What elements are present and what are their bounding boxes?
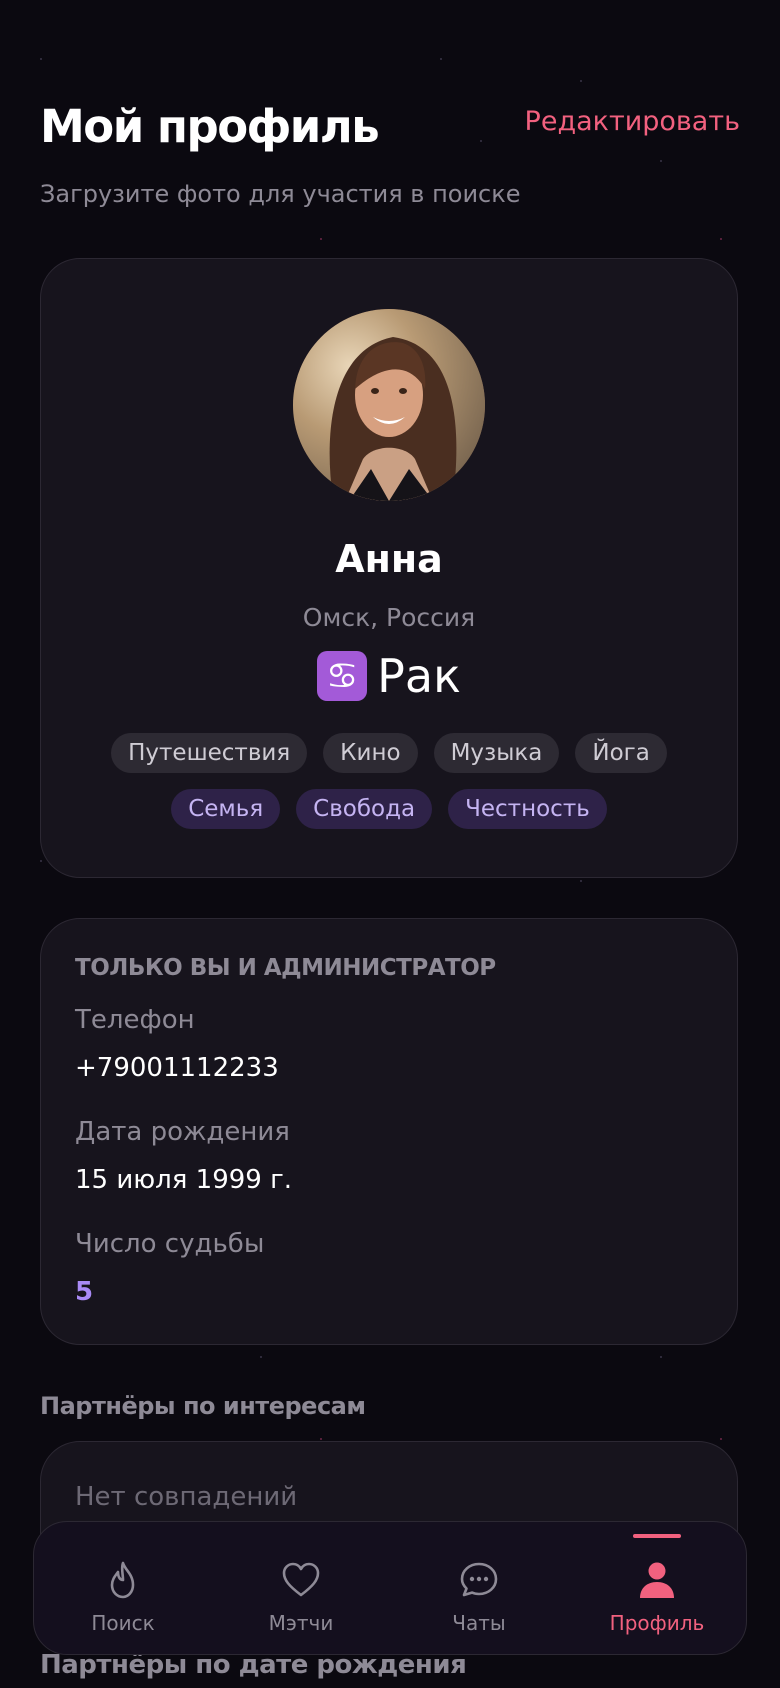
profile-name: Анна bbox=[335, 537, 443, 581]
phone-label: Телефон bbox=[75, 1005, 195, 1035]
avatar-photo bbox=[293, 309, 485, 501]
nav-item-profile[interactable]: Профиль bbox=[568, 1522, 746, 1653]
destiny-number-label: Число судьбы bbox=[75, 1229, 265, 1259]
interest-tag: Йога bbox=[575, 733, 667, 773]
background-star bbox=[660, 1356, 662, 1358]
nav-label-chats: Чаты bbox=[452, 1611, 506, 1635]
destiny-number-value: 5 bbox=[75, 1277, 94, 1307]
interest-tag: Путешествия bbox=[111, 733, 308, 773]
nav-item-chats[interactable]: Чаты bbox=[390, 1522, 568, 1653]
nav-label-search: Поиск bbox=[91, 1611, 155, 1635]
zodiac-sign: ♋ Рак bbox=[41, 649, 737, 703]
background-star bbox=[40, 58, 42, 60]
cancer-zodiac-icon: ♋ bbox=[317, 651, 368, 701]
background-star bbox=[720, 1438, 722, 1440]
nav-label-matches: Мэтчи bbox=[268, 1611, 334, 1635]
profile-card: Анна Омск, Россия ♋ Рак Путешествия Кино… bbox=[40, 258, 738, 878]
background-star bbox=[320, 1438, 322, 1440]
no-matches-text: Нет совпадений bbox=[75, 1482, 298, 1512]
edit-profile-button[interactable]: Редактировать bbox=[525, 106, 740, 137]
background-star bbox=[580, 880, 582, 882]
page-subtitle: Загрузите фото для участия в поиске bbox=[40, 180, 521, 208]
user-icon bbox=[640, 1562, 674, 1598]
nav-item-matches[interactable]: Мэтчи bbox=[212, 1522, 390, 1653]
background-star bbox=[720, 238, 722, 240]
phone-value: +79001112233 bbox=[75, 1053, 279, 1083]
interest-tag: Кино bbox=[323, 733, 418, 773]
background-star bbox=[260, 1356, 262, 1358]
nav-item-search[interactable]: Поиск bbox=[34, 1522, 212, 1653]
active-tab-indicator bbox=[633, 1534, 681, 1538]
background-star bbox=[320, 238, 322, 240]
background-star bbox=[580, 80, 582, 82]
nav-label-profile: Профиль bbox=[609, 1611, 705, 1635]
chat-bubble-icon bbox=[460, 1562, 498, 1597]
background-star bbox=[40, 860, 42, 862]
avatar[interactable] bbox=[293, 309, 485, 501]
private-section-label: ТОЛЬКО ВЫ И АДМИНИСТРАТОР bbox=[75, 955, 496, 981]
birthdate-value: 15 июля 1999 г. bbox=[75, 1165, 293, 1195]
interest-tag: Музыка bbox=[433, 733, 560, 773]
profile-location: Омск, Россия bbox=[302, 603, 476, 632]
background-star bbox=[660, 160, 662, 162]
private-info-card: ТОЛЬКО ВЫ И АДМИНИСТРАТОР Телефон +79001… bbox=[40, 918, 738, 1345]
interest-tags: Путешествия Кино Музыка Йога bbox=[41, 733, 737, 773]
value-tag: Свобода bbox=[296, 789, 433, 829]
flame-icon bbox=[110, 1561, 135, 1599]
partners-interests-heading: Партнёры по интересам bbox=[40, 1392, 366, 1420]
background-star bbox=[440, 58, 442, 60]
heart-icon bbox=[282, 1562, 320, 1597]
bottom-navigation: Поиск Мэтчи Чаты Профиль bbox=[33, 1521, 747, 1655]
background-star bbox=[480, 140, 482, 142]
value-tags: Семья Свобода Честность bbox=[41, 789, 737, 829]
birthdate-label: Дата рождения bbox=[75, 1117, 290, 1147]
value-tag: Семья bbox=[171, 789, 281, 829]
zodiac-name: Рак bbox=[377, 649, 461, 703]
page-title: Мой профиль bbox=[40, 100, 380, 153]
value-tag: Честность bbox=[448, 789, 607, 829]
